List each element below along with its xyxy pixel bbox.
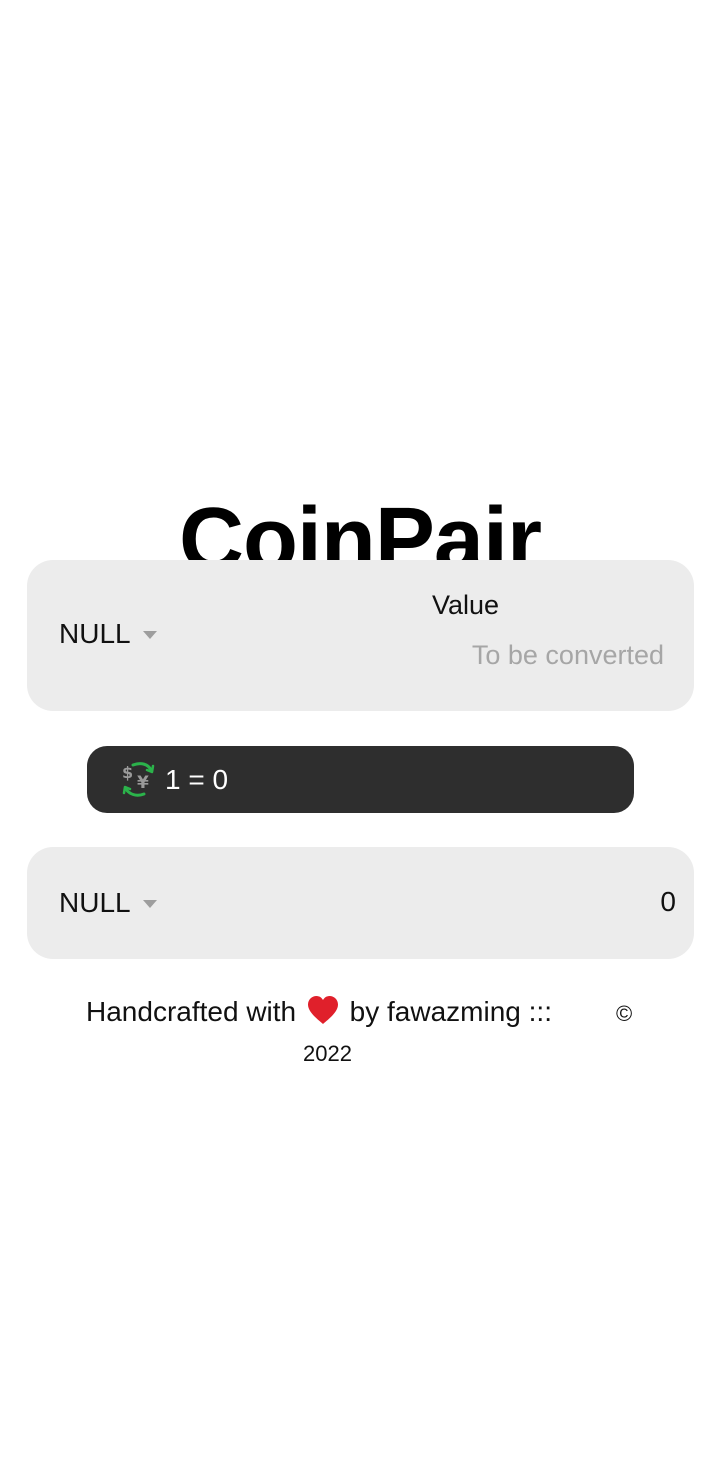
from-currency-select[interactable]: NULL — [59, 616, 157, 652]
value-input[interactable] — [432, 634, 664, 676]
from-currency-card: NULL Value — [27, 560, 694, 711]
footer-credit: Handcrafted with by fawazming ::: — [86, 993, 552, 1031]
footer-prefix: Handcrafted with — [86, 996, 297, 1027]
exchange-rate-text: 1 = 0 — [165, 764, 229, 795]
to-currency-card: NULL 0 — [27, 847, 694, 959]
copyright-icon: © — [616, 1001, 633, 1026]
svg-text:$: $ — [122, 763, 133, 782]
value-label: Value — [432, 590, 500, 620]
heart-icon — [307, 996, 338, 1024]
from-currency-code: NULL — [59, 618, 131, 649]
dropdown-caret-icon — [142, 900, 157, 908]
to-currency-select[interactable]: NULL — [59, 885, 157, 921]
svg-text:¥: ¥ — [137, 773, 149, 793]
exchange-rate-bar: $ ¥ 1 = 0 — [87, 746, 634, 813]
currency-exchange-icon: $ ¥ — [122, 762, 155, 797]
dropdown-caret-icon — [142, 631, 157, 639]
footer-suffix: by fawazming ::: — [349, 996, 552, 1027]
footer-year: 2022 — [303, 1041, 352, 1066]
to-currency-code: NULL — [59, 887, 131, 918]
converted-value: 0 — [660, 886, 676, 917]
